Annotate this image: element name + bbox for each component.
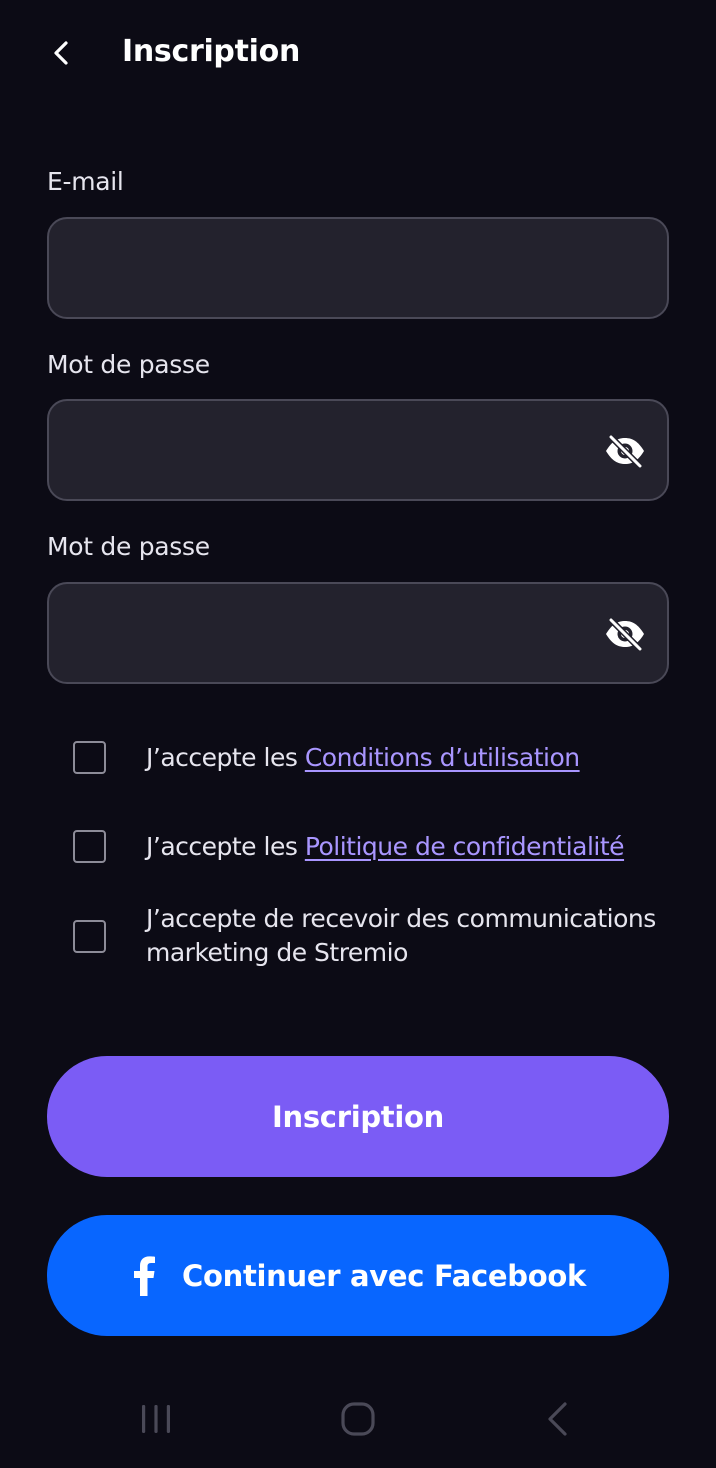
system-back-button[interactable] [528, 1394, 588, 1444]
password-field-container [47, 399, 669, 501]
system-navigation-bar [0, 1378, 716, 1468]
privacy-consent-text: J’accepte les Politique de confidentiali… [146, 830, 625, 864]
signup-screen: Inscription E-mail Mot de passe Mot de p… [0, 0, 716, 1468]
privacy-checkbox[interactable] [73, 830, 106, 863]
password-confirm-label: Mot de passe [47, 532, 210, 561]
facebook-login-button[interactable]: Continuer avec Facebook [47, 1215, 669, 1336]
signup-button-label: Inscription [272, 1099, 444, 1134]
password-confirm-field-container [47, 582, 669, 684]
privacy-policy-link[interactable]: Politique de confidentialité [305, 832, 625, 861]
terms-consent-prefix: J’accepte les [146, 743, 305, 772]
password-input[interactable] [49, 401, 569, 499]
home-button[interactable] [328, 1394, 388, 1444]
terms-checkbox[interactable] [73, 741, 106, 774]
email-input[interactable] [49, 219, 569, 317]
back-icon [548, 1402, 567, 1436]
facebook-button-label: Continuer avec Facebook [182, 1258, 586, 1293]
home-icon [341, 1402, 375, 1436]
recent-apps-button[interactable] [127, 1394, 187, 1444]
chevron-left-icon [54, 41, 68, 65]
password-confirm-visibility-toggle[interactable] [603, 612, 647, 656]
recent-apps-icon [142, 1405, 170, 1433]
email-label: E-mail [47, 167, 124, 196]
terms-consent-text: J’accepte les Conditions d’utilisation [146, 741, 580, 775]
marketing-checkbox[interactable] [73, 920, 106, 953]
eye-off-icon [606, 617, 644, 651]
page-title: Inscription [122, 34, 301, 69]
signup-button[interactable]: Inscription [47, 1056, 669, 1177]
email-field-container [47, 217, 669, 319]
password-confirm-input[interactable] [49, 584, 569, 682]
eye-off-icon [606, 434, 644, 468]
back-button[interactable] [36, 28, 86, 78]
terms-of-use-link[interactable]: Conditions d’utilisation [305, 743, 580, 772]
password-visibility-toggle[interactable] [603, 429, 647, 473]
password-label: Mot de passe [47, 350, 210, 379]
privacy-consent-prefix: J’accepte les [146, 832, 305, 861]
marketing-consent-text: J’accepte de recevoir des communications… [146, 904, 656, 967]
facebook-icon [130, 1254, 158, 1298]
